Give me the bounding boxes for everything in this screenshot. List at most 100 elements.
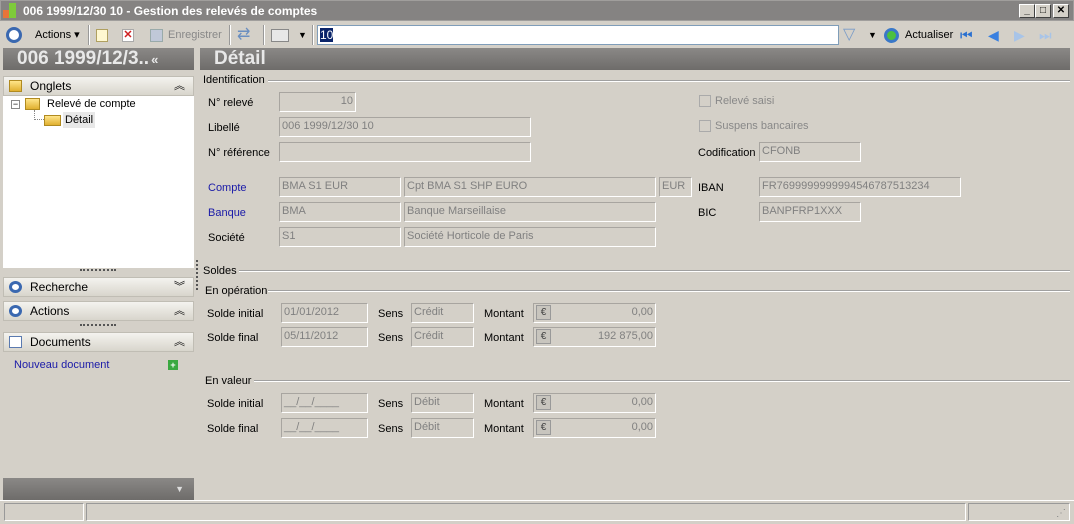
compte-name-field[interactable]: Cpt BMA S1 SHP EURO <box>404 177 656 197</box>
splitter-handle[interactable] <box>80 324 116 326</box>
tree-item-detail[interactable]: Détail <box>63 112 96 128</box>
euro-icon: € <box>536 329 551 344</box>
sens-label: Sens <box>378 423 404 435</box>
tabs-tree: − Relevé de compte Détail <box>3 96 194 268</box>
banque-name-field[interactable]: Banque Marseillaise <box>404 202 656 222</box>
refresh-button[interactable]: Actualiser <box>905 25 953 45</box>
iban-field[interactable]: FR7699999999994546787513234 <box>759 177 961 197</box>
add-document-icon[interactable]: + <box>168 360 178 370</box>
close-button[interactable]: ✕ <box>1053 4 1069 18</box>
maximize-button[interactable]: □ <box>1035 4 1051 18</box>
sens-field[interactable]: Débit <box>411 393 474 413</box>
bic-label: BIC <box>698 207 717 219</box>
sens-field[interactable]: Crédit <box>411 303 474 323</box>
menu-circle-icon[interactable] <box>6 27 22 43</box>
toolbar-separator <box>88 25 90 45</box>
sens-label: Sens <box>378 308 404 320</box>
banque-code-field[interactable]: BMA <box>279 202 401 222</box>
sens-field[interactable]: Débit <box>411 418 474 438</box>
new-icon[interactable] <box>96 29 108 42</box>
reference-field[interactable] <box>279 142 531 162</box>
save-icon <box>150 29 163 42</box>
compte-link[interactable]: Compte <box>208 180 247 196</box>
euro-icon: € <box>536 420 551 435</box>
refresh-icon[interactable] <box>884 28 899 43</box>
actions-menu-button[interactable]: Actions ▾ <box>35 25 80 45</box>
date-field[interactable]: __/__/____ <box>281 418 368 438</box>
toolbar-separator <box>229 25 231 45</box>
num-releve-field[interactable]: 10 <box>279 92 356 112</box>
first-record-icon[interactable]: ⏮ <box>960 25 973 45</box>
status-cell <box>4 503 84 521</box>
collapse-icon[interactable]: ︽ <box>174 333 185 351</box>
actions-section-header[interactable]: Actions ︽ <box>3 301 194 321</box>
minimize-button[interactable]: _ <box>1019 4 1035 18</box>
last-record-icon[interactable]: ⏭ <box>1039 25 1052 45</box>
search-circle-icon <box>9 281 22 293</box>
print-icon[interactable] <box>271 29 289 42</box>
vertical-splitter-handle[interactable] <box>196 260 198 290</box>
title-bar: 006 1999/12/30 10 - Gestion des relevés … <box>0 0 1074 21</box>
montant-field[interactable]: €0,00 <box>533 303 656 323</box>
collapse-icon[interactable]: ︽ <box>174 77 185 95</box>
collapse-panel-button[interactable]: « <box>151 52 158 67</box>
valeur-legend: En valeur <box>205 375 252 387</box>
resize-grip-icon[interactable]: ⋰ <box>1056 508 1066 519</box>
montant-field[interactable]: €0,00 <box>533 393 656 413</box>
record-header: 006 1999/12/3.. « <box>3 48 194 70</box>
compte-code-field[interactable]: BMA S1 EUR <box>279 177 401 197</box>
actions-circle-icon <box>9 305 22 317</box>
montant-field[interactable]: €0,00 <box>533 418 656 438</box>
search-section-header[interactable]: Recherche ︾ <box>3 277 194 297</box>
montant-label: Montant <box>484 423 524 435</box>
suspens-checkbox[interactable] <box>699 120 711 132</box>
date-field[interactable]: __/__/____ <box>281 393 368 413</box>
tree-expander-icon[interactable]: − <box>11 100 20 109</box>
date-field[interactable]: 05/11/2012 <box>281 327 368 347</box>
next-record-icon[interactable]: ▶ <box>1014 25 1025 45</box>
societe-label: Société <box>208 232 245 244</box>
banque-link[interactable]: Banque <box>208 205 246 221</box>
libelle-field[interactable]: 006 1999/12/30 10 <box>279 117 531 137</box>
sens-label: Sens <box>378 332 404 344</box>
save-button[interactable]: Enregistrer <box>168 25 222 45</box>
societe-name-field[interactable]: Société Horticole de Paris <box>404 227 656 247</box>
tree-item-releve[interactable]: Relevé de compte <box>47 96 136 112</box>
tabs-section-header[interactable]: Onglets ︽ <box>3 76 194 96</box>
codification-field[interactable]: CFONB <box>759 142 861 162</box>
filter-dropdown-icon[interactable]: ▼ <box>868 25 877 45</box>
euro-icon: € <box>536 395 551 410</box>
montant-field[interactable]: €192 875,00 <box>533 327 656 347</box>
devise-field[interactable]: EUR <box>659 177 692 197</box>
panel-footer-dropdown[interactable]: ▼ <box>3 478 194 500</box>
montant-label: Montant <box>484 332 524 344</box>
sync-icon[interactable]: ⇄ <box>237 25 250 45</box>
codification-label: Codification <box>698 147 756 159</box>
balance-label: Solde final <box>207 423 259 435</box>
operation-legend: En opération <box>205 285 268 297</box>
collapse-icon[interactable]: ︽ <box>174 302 185 320</box>
bic-field[interactable]: BANPFRP1XXX <box>759 202 861 222</box>
documents-section-header[interactable]: Documents ︽ <box>3 332 194 352</box>
societe-code-field[interactable]: S1 <box>279 227 401 247</box>
filter-icon[interactable]: ▽ <box>843 25 855 45</box>
print-dropdown-icon[interactable]: ▼ <box>298 25 307 45</box>
sens-field[interactable]: Crédit <box>411 327 474 347</box>
delete-icon[interactable]: ✕ <box>122 29 134 42</box>
window-title: 006 1999/12/30 10 - Gestion des relevés … <box>23 4 318 18</box>
iban-label: IBAN <box>698 182 724 194</box>
releve-saisi-checkbox[interactable] <box>699 95 711 107</box>
divider <box>268 80 1070 82</box>
previous-record-icon[interactable]: ◀ <box>988 25 999 45</box>
folder-icon <box>9 80 22 92</box>
toolbar-separator <box>312 25 314 45</box>
balance-label: Solde final <box>207 332 259 344</box>
new-document-link[interactable]: Nouveau document <box>14 357 109 373</box>
splitter-handle[interactable] <box>80 269 116 271</box>
expand-icon[interactable]: ︾ <box>174 278 185 296</box>
folder-icon <box>25 98 40 110</box>
num-releve-label: N° relevé <box>208 97 254 109</box>
balance-label: Solde initial <box>207 398 264 410</box>
search-input[interactable]: 10 <box>317 25 839 45</box>
date-field[interactable]: 01/01/2012 <box>281 303 368 323</box>
